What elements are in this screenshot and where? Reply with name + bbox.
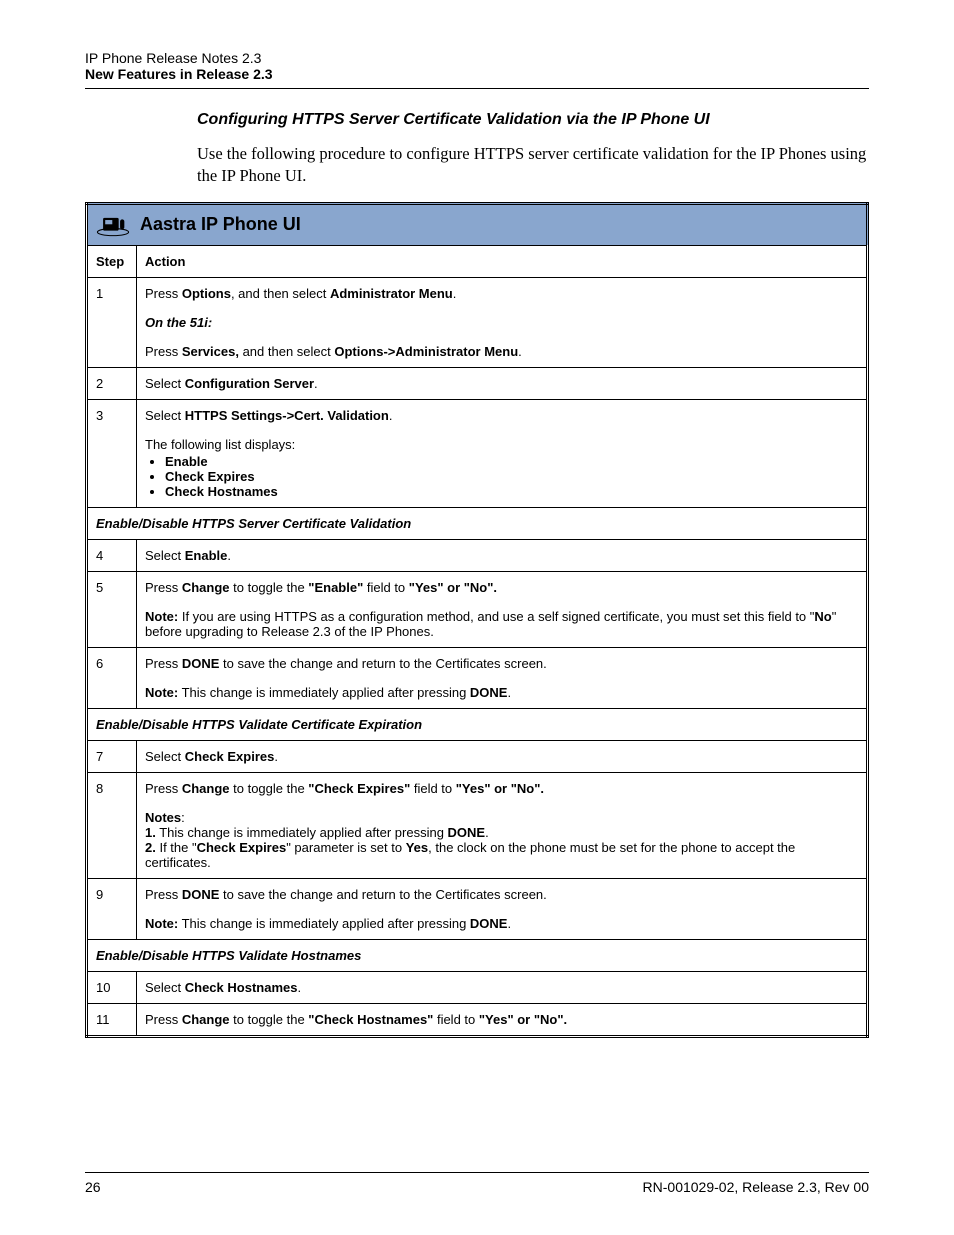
list-item: Check Expires [165,469,255,484]
step-number: 8 [87,772,137,878]
step-number: 11 [87,1003,137,1036]
step-number: 10 [87,971,137,1003]
table-row: 9 Press DONE to save the change and retu… [87,878,868,939]
header-title: IP Phone Release Notes 2.3 [85,50,869,66]
step-number: 3 [87,399,137,507]
step-action: Press DONE to save the change and return… [137,647,868,708]
step-number: 5 [87,571,137,647]
page-number: 26 [85,1179,101,1195]
page-footer: 26 RN-001029-02, Release 2.3, Rev 00 [85,1172,869,1195]
step-action: Select Configuration Server. [137,367,868,399]
step-action: Press DONE to save the change and return… [137,878,868,939]
banner-title: Aastra IP Phone UI [140,214,301,235]
table-header-row: Step Action [87,245,868,277]
table-row: 11 Press Change to toggle the "Check Hos… [87,1003,868,1036]
doc-id: RN-001029-02, Release 2.3, Rev 00 [643,1179,869,1195]
device-note: On the 51i: [145,315,212,330]
header-subtitle: New Features in Release 2.3 [85,66,869,82]
sub-section-title: Enable/Disable HTTPS Validate Hostnames [87,939,868,971]
step-number: 2 [87,367,137,399]
step-action: Select Check Hostnames. [137,971,868,1003]
sub-section-row: Enable/Disable HTTPS Server Certificate … [87,507,868,539]
table-row: 3 Select HTTPS Settings->Cert. Validatio… [87,399,868,507]
step-action: Press Change to toggle the "Enable" fiel… [137,571,868,647]
list-item: Enable [165,454,208,469]
table-row: 1 Press Options, and then select Adminis… [87,277,868,367]
page-header: IP Phone Release Notes 2.3 New Features … [85,50,869,82]
table-banner-row: Aastra IP Phone UI [87,203,868,245]
table-row: 2 Select Configuration Server. [87,367,868,399]
list-intro: The following list displays: [145,437,858,452]
phone-icon [96,213,130,237]
step-action: Select Enable. [137,539,868,571]
step-action: Press Options, and then select Administr… [137,277,868,367]
table-row: 7 Select Check Expires. [87,740,868,772]
sub-section-row: Enable/Disable HTTPS Validate Certificat… [87,708,868,740]
step-number: 4 [87,539,137,571]
table-row: 5 Press Change to toggle the "Enable" fi… [87,571,868,647]
section-title: Configuring HTTPS Server Certificate Val… [197,111,869,129]
sub-section-row: Enable/Disable HTTPS Validate Hostnames [87,939,868,971]
footer-rule [85,1172,869,1173]
step-number: 6 [87,647,137,708]
document-page: IP Phone Release Notes 2.3 New Features … [0,0,954,1235]
list-item: Check Hostnames [165,484,278,499]
step-number: 1 [87,277,137,367]
table-row: 10 Select Check Hostnames. [87,971,868,1003]
sub-section-title: Enable/Disable HTTPS Validate Certificat… [87,708,868,740]
procedure-table: Aastra IP Phone UI Step Action 1 Press O… [85,202,869,1038]
intro-paragraph: Use the following procedure to configure… [197,143,869,188]
options-list: Enable Check Expires Check Hostnames [145,454,858,499]
col-step-header: Step [87,245,137,277]
step-number: 7 [87,740,137,772]
col-action-header: Action [137,245,868,277]
step-action: Select HTTPS Settings->Cert. Validation.… [137,399,868,507]
step-action: Select Check Expires. [137,740,868,772]
sub-section-title: Enable/Disable HTTPS Server Certificate … [87,507,868,539]
step-action: Press Change to toggle the "Check Expire… [137,772,868,878]
header-rule [85,88,869,89]
table-row: 8 Press Change to toggle the "Check Expi… [87,772,868,878]
table-row: 4 Select Enable. [87,539,868,571]
table-row: 6 Press DONE to save the change and retu… [87,647,868,708]
step-action: Press Change to toggle the "Check Hostna… [137,1003,868,1036]
step-number: 9 [87,878,137,939]
